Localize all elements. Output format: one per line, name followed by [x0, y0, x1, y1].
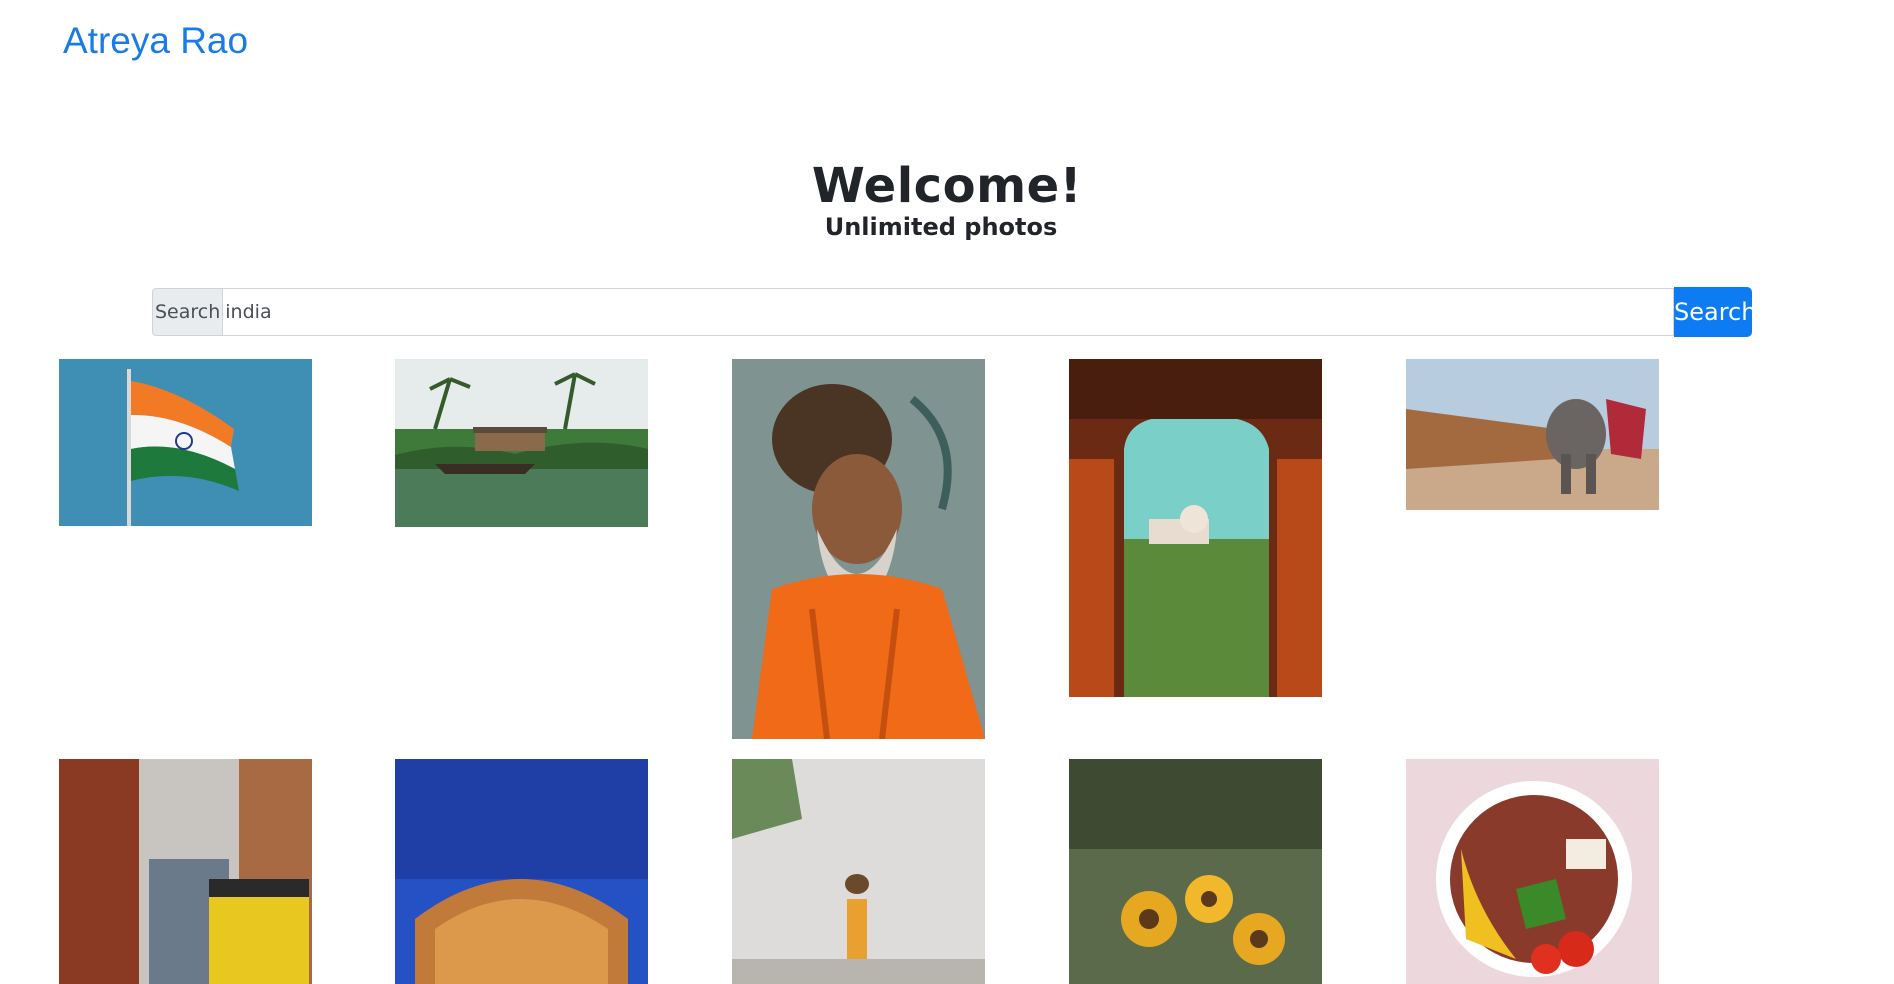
- photo-taj-mahal-through-arch[interactable]: [1069, 359, 1322, 697]
- photo-food-bowl[interactable]: [1406, 759, 1659, 984]
- photo-sadhu-portrait[interactable]: [732, 359, 985, 739]
- photo-houseboat-backwaters[interactable]: [395, 359, 648, 527]
- page-subtitle: Unlimited photos: [824, 212, 1058, 241]
- search-bar: Search Search: [152, 287, 1756, 337]
- photo-rajasthan-street-rickshaw[interactable]: [59, 759, 312, 984]
- brand-link[interactable]: Atreya Rao: [63, 22, 248, 59]
- search-input[interactable]: [222, 288, 1674, 336]
- page-title: Welcome!: [811, 158, 1083, 214]
- photo-sunflowers[interactable]: [1069, 759, 1322, 984]
- photo-hawa-mahal-night[interactable]: [395, 759, 648, 984]
- search-prefix-label: Search: [152, 288, 223, 336]
- search-button[interactable]: Search: [1674, 287, 1756, 337]
- photo-elephant-at-fort[interactable]: [1406, 359, 1659, 510]
- hero: Welcome! Unlimited photos: [0, 160, 1894, 242]
- photo-indian-flag[interactable]: [59, 359, 312, 526]
- photo-woman-carrying-pot[interactable]: [732, 759, 985, 984]
